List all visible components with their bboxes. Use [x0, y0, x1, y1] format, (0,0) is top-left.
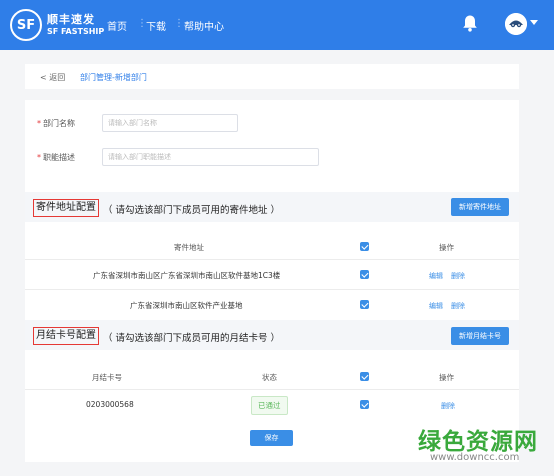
row-divider	[25, 289, 519, 290]
address-row-2-checkbox[interactable]	[360, 300, 369, 309]
card-row-1-checkbox[interactable]	[360, 400, 369, 409]
nav-separator: ⋮	[174, 18, 184, 29]
department-name-input[interactable]	[102, 114, 238, 132]
save-button[interactable]: 保存	[250, 430, 293, 446]
bell-icon[interactable]	[462, 14, 478, 32]
breadcrumb: < 返回 部门管理-新增部门	[25, 64, 519, 89]
address-section-note: （ 请勾选该部门下成员可用的寄件地址 ）	[103, 205, 281, 216]
address-actions-header: 操作	[439, 243, 454, 252]
status-column-header: 状态	[262, 373, 277, 382]
sf-logo-icon[interactable]: SF	[10, 9, 42, 41]
card-section-header: 月结卡号配置 （ 请勾选该部门下成员可用的月结卡号 ）	[25, 320, 519, 350]
address-row-1-edit-link[interactable]: 编辑	[429, 271, 443, 281]
avatar-face-icon	[505, 13, 527, 35]
card-row-1-number: 0203000568	[86, 400, 134, 409]
row-divider	[25, 259, 519, 260]
card-section-title: 月结卡号配置	[33, 327, 99, 345]
function-description-input[interactable]	[102, 148, 319, 166]
card-row-1-delete-link[interactable]: 删除	[441, 401, 455, 411]
card-select-all-checkbox[interactable]	[360, 372, 369, 381]
card-number-column-header: 月结卡号	[92, 373, 122, 382]
address-row-1-checkbox[interactable]	[360, 270, 369, 279]
address-row-1-text: 广东省深圳市南山区广东省深圳市南山区软件基地1C3楼	[93, 271, 281, 280]
address-section-header: 寄件地址配置 （ 请勾选该部门下成员可用的寄件地址 ）	[25, 192, 519, 222]
card-actions-header: 操作	[439, 373, 454, 382]
logo-chinese-name: 顺丰速发	[47, 13, 95, 26]
logo-english-name: SF FASTSHIP	[47, 27, 105, 36]
breadcrumb-path[interactable]: 部门管理-新增部门	[80, 72, 147, 83]
address-row-2-text: 广东省深圳市南山区软件产业基地	[130, 301, 243, 310]
nav-download[interactable]: 下载	[146, 18, 166, 33]
address-column-header: 寄件地址	[174, 243, 204, 252]
address-select-all-checkbox[interactable]	[360, 242, 369, 251]
status-badge: 已通过	[251, 396, 288, 415]
top-navigation-bar: SF 顺丰速发 SF FASTSHIP 首页 ⋮ 下载 ⋮ 帮助中心	[0, 0, 554, 50]
address-row-2-edit-link[interactable]: 编辑	[429, 301, 443, 311]
back-link[interactable]: < 返回	[40, 72, 65, 83]
nav-help-center[interactable]: 帮助中心	[184, 18, 224, 33]
function-description-label: * 职能描述	[37, 153, 75, 162]
card-section-note: （ 请勾选该部门下成员可用的月结卡号 ）	[103, 333, 281, 344]
address-section-title: 寄件地址配置	[33, 199, 99, 217]
avatar[interactable]	[505, 13, 527, 35]
watermark-url: www.downcc.com	[430, 452, 520, 463]
chevron-down-icon[interactable]	[530, 20, 538, 25]
add-address-button[interactable]: 新增寄件地址	[451, 198, 509, 216]
add-monthly-card-button[interactable]: 新增月结卡号	[451, 327, 509, 345]
nav-home[interactable]: 首页	[107, 18, 127, 33]
department-name-label: * 部门名称	[37, 119, 75, 128]
row-divider	[25, 389, 519, 390]
address-row-1-delete-link[interactable]: 删除	[451, 271, 465, 281]
address-row-2-delete-link[interactable]: 删除	[451, 301, 465, 311]
watermark-text: 绿色资源网	[418, 429, 538, 455]
